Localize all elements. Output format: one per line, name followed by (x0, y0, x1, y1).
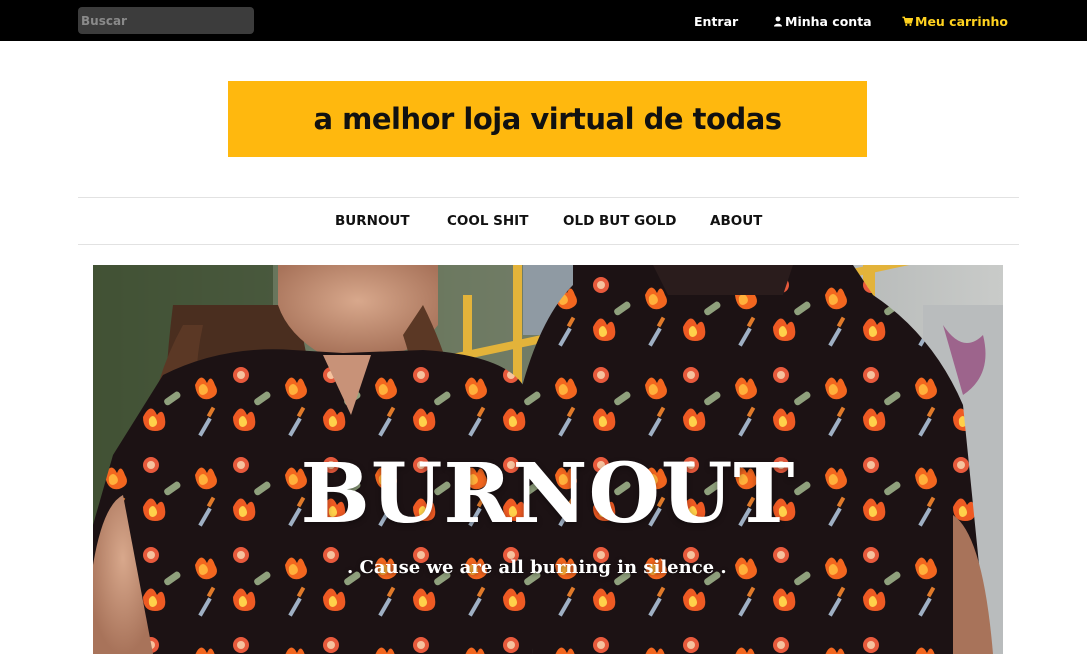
login-link[interactable]: Entrar (694, 13, 738, 29)
cart-icon (902, 16, 913, 26)
store-banner[interactable]: a melhor loja virtual de todas (228, 81, 867, 157)
hero-title: BURNOUT (300, 446, 796, 542)
account-label: Minha conta (785, 13, 872, 29)
nav-item-burnout[interactable]: BURNOUT (335, 213, 410, 229)
cart-label: Meu carrinho (915, 13, 1009, 29)
account-link[interactable]: Minha conta (773, 13, 872, 29)
top-bar: Entrar Minha conta Meu carrinho (0, 0, 1087, 41)
hero-slide[interactable]: BURNOUT . Cause we are all burning in si… (93, 265, 1003, 654)
main-nav: BURNOUT COOL SHIT OLD BUT GOLD ABOUT (78, 197, 1019, 245)
nav-item-cool-shit[interactable]: COOL SHIT (447, 213, 528, 229)
nav-item-about[interactable]: ABOUT (710, 213, 762, 229)
nav-item-old-but-gold[interactable]: OLD BUT GOLD (563, 213, 677, 229)
user-icon (774, 16, 782, 27)
search-input[interactable] (78, 7, 254, 34)
banner-text: a melhor loja virtual de todas (313, 102, 782, 136)
hero-subtitle: . Cause we are all burning in silence . (347, 557, 727, 578)
cart-link[interactable]: Meu carrinho (902, 13, 1008, 29)
